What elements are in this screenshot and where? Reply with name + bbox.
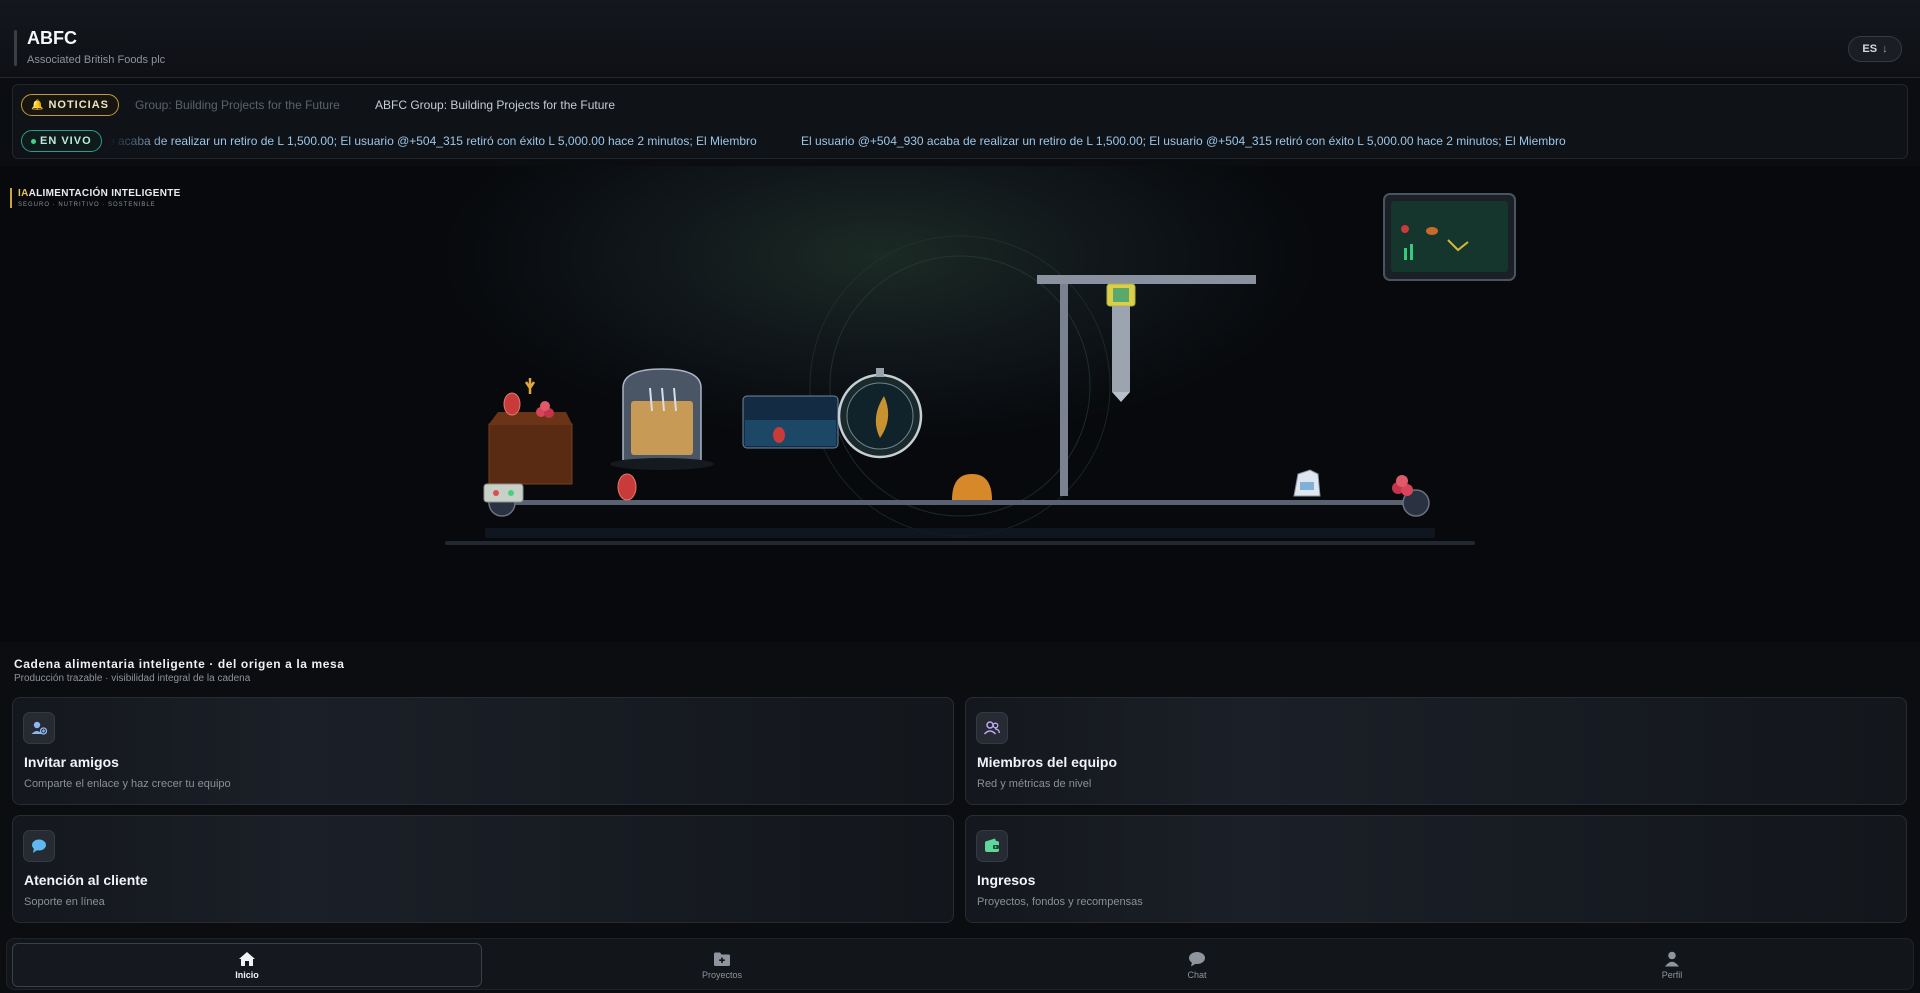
scanner-box	[483, 483, 524, 503]
belt-apple-icon	[617, 473, 637, 501]
bottom-navigation: Inicio Proyectos Chat Perfil	[6, 938, 1914, 990]
card-income[interactable]: Ingresos Proyectos, fondos y recompensas	[965, 815, 1907, 923]
news-badge-label: NOTICIAS	[48, 99, 110, 111]
language-label: ES	[1862, 43, 1878, 55]
floor-line	[445, 541, 1475, 545]
crane-press	[1112, 306, 1130, 392]
harvest-crate	[488, 423, 573, 485]
bun-icon	[952, 474, 992, 500]
live-badge-label: EN VIVO	[40, 135, 92, 147]
jar-base-shadow	[610, 458, 714, 470]
language-arrow-icon: ↓	[1882, 43, 1888, 55]
section-title: Cadena alimentaria inteligente · del ori…	[14, 657, 345, 671]
brand-subtitle: Associated British Foods plc	[27, 54, 166, 66]
food-chain-illustration: IAALIMENTACIÓN INTELIGENTE SEGURO · NUTR…	[0, 166, 1920, 642]
card-title: Miembros del equipo	[977, 754, 1118, 770]
card-subtitle: Red y métricas de nivel	[977, 778, 1092, 790]
brand-title: ABFC	[27, 28, 77, 48]
section-subtitle: Producción trazable · visibilidad integr…	[14, 673, 251, 684]
live-ticker-row: EN VIVO o acaba de realizar un retiro de…	[13, 126, 1907, 156]
nav-label: Inicio	[235, 969, 259, 980]
app-root: ABFC Associated British Foods plc ES ↓ 🔔…	[0, 0, 1920, 993]
news-ticker-text-faded: Group: Building Projects for the Future	[135, 98, 340, 112]
bell-icon: 🔔	[31, 99, 45, 111]
chat-bubble-icon	[23, 830, 55, 862]
card-invite-friends[interactable]: Invitar amigos Comparte el enlace y haz …	[12, 697, 954, 805]
nav-label: Chat	[1187, 969, 1207, 980]
live-ticker-text-faded: o acaba de realizar un retiro de L 1,500…	[108, 134, 757, 148]
wash-water	[745, 420, 836, 446]
nav-item-profile[interactable]: Perfil	[1437, 943, 1907, 987]
news-ticker-text: ABFC Group: Building Projects for the Fu…	[375, 98, 616, 112]
crane-arm	[1037, 275, 1256, 284]
nav-item-projects[interactable]: Proyectos	[487, 943, 957, 987]
live-ticker-text: El usuario @+504_930 acaba de realizar u…	[801, 134, 1566, 148]
user-icon	[1665, 951, 1679, 966]
card-subtitle: Soporte en línea	[24, 896, 105, 908]
production-line-scene	[445, 193, 1516, 545]
nav-label: Proyectos	[701, 969, 743, 980]
team-icon	[976, 712, 1008, 744]
live-dot-icon	[31, 138, 36, 144]
wallet-icon	[976, 830, 1008, 862]
monitoring-screen-display	[1391, 201, 1508, 272]
card-title: Atención al cliente	[24, 872, 148, 888]
wheat-icon	[524, 378, 536, 394]
card-subtitle: Comparte el enlace y haz crecer tu equip…	[24, 778, 231, 790]
news-ticker-row: 🔔 NOTICIAS Group: Building Projects for …	[13, 90, 1907, 120]
card-team-members[interactable]: Miembros del equipo Red y métricas de ni…	[965, 697, 1907, 805]
user-add-icon	[23, 712, 55, 744]
tank-apple-icon	[773, 427, 785, 443]
card-subtitle: Proyectos, fondos y recompensas	[977, 896, 1143, 908]
app-header: ABFC Associated British Foods plc ES ↓	[0, 0, 1920, 78]
language-button[interactable]: ES ↓	[1848, 36, 1902, 62]
live-badge: EN VIVO	[21, 130, 102, 152]
news-badge: 🔔 NOTICIAS	[21, 94, 120, 116]
crate-lid	[489, 412, 572, 424]
nav-item-home[interactable]: Inicio	[12, 943, 482, 987]
folder-add-icon	[714, 952, 730, 966]
card-title: Ingresos	[977, 872, 1036, 888]
apple-icon	[503, 392, 521, 416]
chat-icon	[1189, 951, 1205, 966]
home-icon	[239, 951, 255, 966]
card-title: Invitar amigos	[24, 754, 119, 770]
crane-pole	[1060, 276, 1068, 496]
floor-shadow	[485, 528, 1435, 538]
news-ticker-panel: 🔔 NOTICIAS Group: Building Projects for …	[12, 84, 1908, 159]
nav-label: Perfil	[1661, 969, 1683, 980]
card-customer-support[interactable]: Atención al cliente Soporte en línea	[12, 815, 954, 923]
sensor-cap	[876, 368, 884, 377]
brand-accent-bar	[14, 30, 17, 66]
nav-item-chat[interactable]: Chat	[962, 943, 1432, 987]
bread-loaf	[631, 401, 693, 455]
conveyor-belt	[500, 500, 1418, 505]
